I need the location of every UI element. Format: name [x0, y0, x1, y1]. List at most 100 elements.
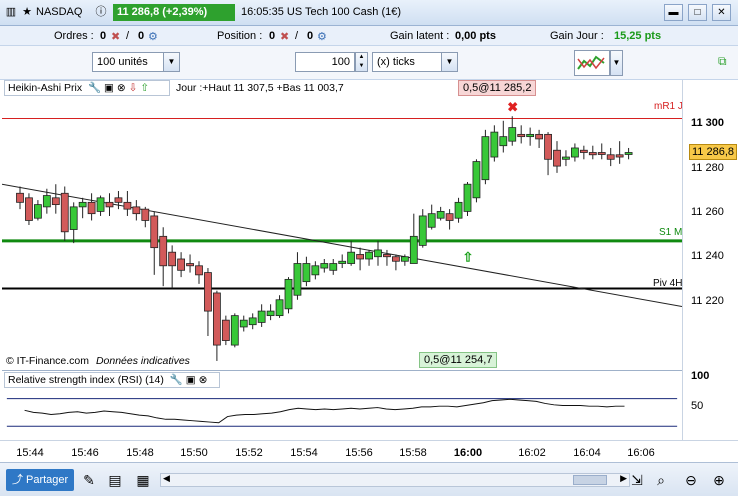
chevron-down-icon: ▼: [441, 53, 457, 71]
quantity-spinner[interactable]: ▲ ▼: [355, 52, 368, 72]
copyright-label: © IT-Finance.com: [6, 355, 90, 367]
chart-type-button[interactable]: [574, 50, 610, 76]
cancel-orders-icon[interactable]: ✖: [111, 30, 120, 43]
candle-body: [123, 201, 132, 210]
side-panel-icon[interactable]: ⧉: [718, 54, 734, 72]
buy-order-tag[interactable]: 0,5@11 254,7: [419, 352, 498, 368]
candle-body: [320, 263, 329, 269]
list-icon[interactable]: ▤: [106, 471, 124, 489]
time-tick: 15:44: [16, 447, 44, 459]
candle-body: [96, 197, 105, 212]
time-tick: 15:46: [71, 447, 99, 459]
candle-body: [374, 249, 382, 258]
gain-latent-label: Gain latent :: [390, 30, 450, 42]
candle-body: [490, 131, 499, 158]
close-position-icon[interactable]: ✖: [280, 30, 289, 43]
order-toolbar: 100 unités ▼ 100 ▲ ▼ (x) ticks ▼ ▼ ⧉: [0, 46, 738, 80]
units-select[interactable]: 100 unités ▼: [92, 52, 180, 72]
star-icon[interactable]: ★: [20, 5, 34, 19]
rsi-label: Relative strength index (RSI) (14): [8, 374, 164, 386]
remove-icon[interactable]: ⊗: [199, 374, 208, 386]
wrench-icon[interactable]: 🔧: [88, 82, 101, 94]
minimize-button[interactable]: ▬: [664, 4, 683, 21]
bottom-toolbar: ⤴ Partager ✎ ▤ ▦ ◀ ▶ ⇲ ⌕ ⊖ ⊕: [0, 462, 738, 496]
clipboard-icon[interactable]: ▦: [134, 471, 152, 489]
window-icon[interactable]: ▣: [104, 82, 114, 94]
window-icon[interactable]: ▣: [186, 374, 196, 386]
price-chart[interactable]: ✖⇧: [2, 80, 682, 370]
candle-body: [42, 195, 51, 208]
candle-body: [248, 317, 257, 326]
info-icon[interactable]: ⓘ: [94, 5, 108, 19]
candle-body: [338, 260, 347, 264]
candle-body: [526, 133, 535, 138]
candle-body: [454, 201, 463, 219]
instrument-name: NASDAQ: [36, 6, 83, 18]
candle-body: [562, 156, 570, 160]
scroll-right-icon[interactable]: ▶: [620, 473, 627, 484]
candle-body: [257, 310, 266, 323]
candle-body: [356, 254, 365, 260]
candle-body: [329, 263, 338, 271]
scale-icon[interactable]: ⇲: [628, 471, 646, 489]
candle-body: [177, 258, 186, 271]
time-tick: 16:04: [573, 447, 601, 459]
time-tick: 15:48: [126, 447, 154, 459]
price-tick: 11 260: [691, 206, 724, 218]
wrench-icon[interactable]: 🔧: [170, 374, 183, 386]
candle-body: [544, 133, 552, 160]
candle-body: [105, 201, 114, 208]
candle-body: [517, 133, 526, 138]
candle-body: [571, 147, 579, 158]
position-settings-icon[interactable]: ⚙: [317, 30, 327, 43]
indicator-header: Heikin-Ashi Prix 🔧 ▣ ⊗ ⇩ ⇧: [4, 80, 170, 96]
arrow-up-icon[interactable]: ⇧: [140, 82, 149, 94]
candle-body: [400, 256, 409, 262]
candle-body: [78, 201, 87, 208]
zoom-in-icon[interactable]: ⊕: [710, 471, 728, 489]
maximize-button[interactable]: □: [688, 4, 707, 21]
zoom-fit-icon[interactable]: ⌕: [652, 471, 670, 489]
candle-body: [204, 272, 212, 312]
candle-body: [535, 133, 543, 140]
rsi-header: Relative strength index (RSI) (14) 🔧 ▣ ⊗: [4, 372, 220, 388]
time-tick: 16:02: [518, 447, 546, 459]
candle-body: [436, 211, 445, 219]
candle-body: [87, 201, 96, 215]
price-axis[interactable]: 11 300 11 280 11 260 11 240 11 220 11 28…: [682, 80, 738, 440]
share-button[interactable]: ⤴ Partager: [6, 469, 74, 491]
candle-body: [365, 251, 373, 260]
zoom-out-icon[interactable]: ⊖: [682, 471, 700, 489]
time-axis[interactable]: 15:44 15:46 15:48 15:50 15:52 15:54 15:5…: [0, 440, 738, 462]
time-tick: 15:52: [235, 447, 263, 459]
mr1-level-label: mR1 J: [654, 101, 683, 112]
close-button[interactable]: ✕: [712, 4, 731, 21]
gain-jour-value: 15,25 pts: [614, 30, 662, 42]
candle-body: [51, 197, 60, 206]
time-scrollbar[interactable]: ◀ ▶: [160, 473, 630, 487]
buy-arrow-icon: ⇧: [463, 249, 474, 264]
time-tick: 15:54: [290, 447, 318, 459]
chart-menu-icon[interactable]: ▥: [4, 5, 18, 19]
arrow-down-icon[interactable]: ⇩: [129, 82, 138, 94]
indicator-name: Heikin-Ashi Prix: [8, 82, 83, 94]
candle-body: [159, 235, 168, 267]
rsi-tick: 50: [691, 400, 704, 412]
scroll-left-icon[interactable]: ◀: [163, 473, 170, 484]
candle-body: [463, 183, 472, 212]
candle-body: [499, 136, 508, 147]
scrollbar-thumb[interactable]: [573, 475, 607, 485]
chart-type-dropdown[interactable]: ▼: [610, 50, 623, 76]
chart-type-icon: [577, 55, 605, 70]
sell-order-tag[interactable]: 0,5@11 285,2: [458, 80, 537, 96]
candle-body: [221, 319, 230, 341]
quantity-input[interactable]: 100: [295, 52, 355, 72]
candle-body: [481, 136, 490, 181]
remove-icon[interactable]: ⊗: [117, 82, 126, 94]
orders-settings-icon[interactable]: ⚙: [148, 30, 158, 43]
ticks-select[interactable]: (x) ticks ▼: [372, 52, 458, 72]
time-tick: 15:56: [345, 447, 373, 459]
candle-body: [212, 292, 221, 346]
candle-body: [606, 154, 615, 160]
pencil-icon[interactable]: ✎: [80, 471, 98, 489]
